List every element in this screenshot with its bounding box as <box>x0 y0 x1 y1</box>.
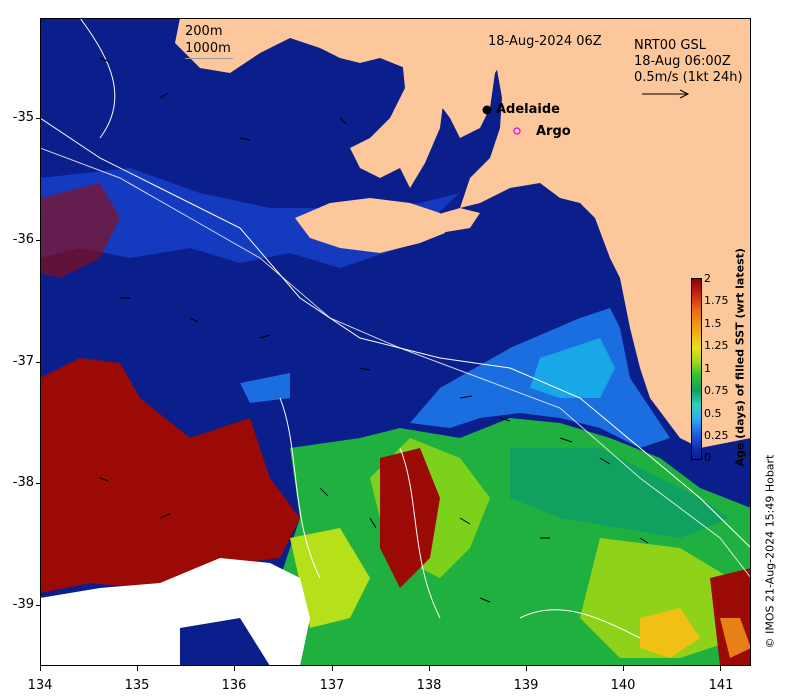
map-canvas <box>40 18 751 666</box>
lat-tick-label: -39 <box>12 597 34 612</box>
vector-scale-label: 0.5m/s (1kt 24h) <box>634 70 743 85</box>
age-patch-0.25 <box>240 373 290 403</box>
lat-tick-mark <box>36 118 40 119</box>
bathy-legend-200m: 200m <box>185 24 223 39</box>
argo-marker <box>513 127 521 135</box>
product-time: 18-Aug 06:00Z <box>634 54 731 69</box>
lon-tick-label: 139 <box>513 678 539 693</box>
lon-tick-label: 141 <box>708 678 734 693</box>
lon-tick-label: 135 <box>124 678 150 693</box>
colorbar-label: 1.5 <box>704 317 722 330</box>
lon-tick-mark <box>137 666 138 671</box>
lat-tick-label: -38 <box>12 475 34 490</box>
colorbar-label: 1 <box>704 362 711 375</box>
colorbar <box>691 278 702 460</box>
lat-tick-label: -35 <box>12 110 34 125</box>
credit-text: © IMOS 21-Aug-2024 15:49 Hobart <box>763 454 777 649</box>
lon-tick-label: 140 <box>610 678 636 693</box>
lat-tick-label: -36 <box>12 232 34 247</box>
lon-tick-mark <box>332 666 333 671</box>
place-label-argo: Argo <box>536 124 571 139</box>
colorbar-label: 0.25 <box>704 429 729 442</box>
lat-tick-label: -37 <box>12 354 34 369</box>
bathy-legend-line <box>185 58 233 59</box>
colorbar-label: 1.75 <box>704 294 729 307</box>
lon-tick-mark <box>429 666 430 671</box>
lon-tick-mark <box>40 666 41 671</box>
lat-tick-mark <box>36 483 40 484</box>
lon-tick-label: 137 <box>319 678 345 693</box>
place-label-adelaide: Adelaide <box>496 102 560 117</box>
lon-tick-mark <box>720 666 721 671</box>
lon-tick-label: 138 <box>416 678 442 693</box>
product-name: NRT00 GSL <box>634 38 706 53</box>
lon-tick-mark <box>623 666 624 671</box>
bathy-contour <box>79 18 116 139</box>
lon-tick-mark <box>526 666 527 671</box>
lat-tick-mark <box>36 362 40 363</box>
colorbar-label: 0.75 <box>704 384 729 397</box>
vector-scale-arrow <box>642 89 690 99</box>
age-patch-2 <box>40 183 120 278</box>
colorbar-label: 1.25 <box>704 339 729 352</box>
sst-age-map <box>40 18 751 666</box>
colorbar-label: 0 <box>704 451 711 464</box>
lon-tick-label: 136 <box>221 678 247 693</box>
colorbar-label: 0.5 <box>704 407 722 420</box>
lat-tick-mark <box>36 605 40 606</box>
colorbar-title: Age (days) of filled SST (wrt latest) <box>733 248 747 467</box>
adelaide-marker <box>482 105 492 115</box>
colorbar-label: 2 <box>704 272 711 285</box>
map-title: 18-Aug-2024 06Z <box>488 34 602 49</box>
lat-tick-mark <box>36 240 40 241</box>
lon-tick-label: 134 <box>27 678 53 693</box>
bathy-legend-1000m: 1000m <box>185 41 231 56</box>
lon-tick-mark <box>234 666 235 671</box>
